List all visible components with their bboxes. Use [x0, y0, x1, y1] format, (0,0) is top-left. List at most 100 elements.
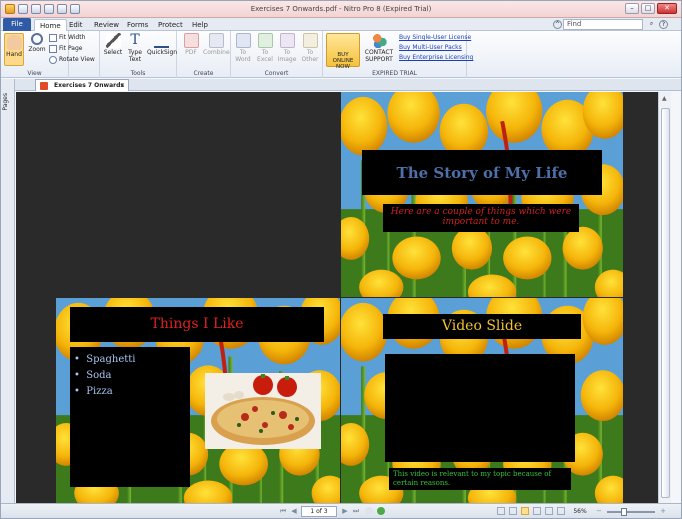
- window-controls: – □ ✕: [625, 3, 677, 14]
- type-text-label: Type Text: [128, 49, 142, 63]
- text-icon: T: [130, 32, 140, 48]
- to-other-label: To Other: [301, 49, 319, 63]
- hand-label: Hand: [6, 51, 22, 58]
- signature-icon: [153, 33, 169, 48]
- fit-icon[interactable]: [545, 507, 553, 515]
- tab-protect[interactable]: Protect: [158, 19, 183, 31]
- search-input[interactable]: Find: [563, 19, 643, 30]
- other-format-icon: [302, 33, 318, 48]
- zoom-icon: [31, 33, 43, 45]
- zoom-slider[interactable]: [607, 508, 655, 516]
- to-image-button[interactable]: To Image: [277, 33, 297, 63]
- group-tools: Select T Type Text QuickSign Tools: [99, 31, 177, 78]
- to-word-button[interactable]: To Word: [233, 33, 253, 63]
- vertical-scrollbar[interactable]: ▲: [658, 92, 671, 503]
- zoom-button[interactable]: Zoom: [27, 33, 47, 53]
- zoom-level[interactable]: 56%: [569, 506, 591, 517]
- likes-list: • Spaghetti • Soda • Pizza: [70, 347, 190, 400]
- contact-support-label: CONTACT SUPPORT: [364, 49, 394, 63]
- type-text-button[interactable]: T Type Text: [125, 32, 145, 64]
- document-tab[interactable]: Exercises 7 Onwards ×: [35, 79, 129, 91]
- fit-page-button[interactable]: Fit Page: [49, 44, 82, 53]
- group-label-expired: EXPIRED TRIAL: [372, 70, 417, 77]
- status-bar: ⏮ ◀ 1 of 3 ▶ ⏭ 56% − +: [1, 503, 681, 518]
- forward-view-icon[interactable]: [377, 507, 385, 515]
- to-other-button[interactable]: To Other: [299, 33, 321, 63]
- maximize-button[interactable]: □: [641, 3, 655, 14]
- rotate-view-button[interactable]: Rotate View: [49, 55, 95, 64]
- tab-edit[interactable]: Edit: [69, 19, 83, 31]
- minimize-button[interactable]: –: [625, 3, 639, 14]
- select-button[interactable]: Select: [103, 33, 123, 56]
- buy-multi-user-link[interactable]: Buy Multi-User Packs: [399, 44, 462, 51]
- to-excel-label: To Excel: [257, 49, 273, 63]
- pages-label: Pages: [2, 93, 9, 111]
- tab-file[interactable]: File: [3, 18, 31, 31]
- tab-review[interactable]: Review: [94, 19, 119, 31]
- title-bar: Exercises 7 Onwards.pdf - Nitro Pro 8 (E…: [1, 1, 681, 18]
- tab-forms[interactable]: Forms: [127, 19, 148, 31]
- image-icon: [279, 33, 295, 48]
- fit-page-label: Fit Page: [59, 45, 83, 52]
- to-image-label: To Image: [277, 49, 297, 63]
- tab-help[interactable]: Help: [192, 19, 208, 31]
- close-button[interactable]: ✕: [657, 3, 677, 14]
- prev-page-icon[interactable]: ◀: [290, 507, 298, 515]
- facing-pages-icon[interactable]: [521, 507, 529, 515]
- tab-home[interactable]: Home: [34, 19, 67, 31]
- likes-title: Things I Like: [150, 316, 244, 332]
- ribbon: Hand Zoom Fit Width Fit Page Rotate View…: [1, 31, 681, 78]
- fit-page-icon: [49, 44, 57, 53]
- fit-width-button[interactable]: Fit Width: [49, 33, 85, 42]
- help-circle-icon[interactable]: ?: [659, 20, 668, 29]
- scroll-up-icon[interactable]: ▲: [662, 95, 667, 102]
- to-excel-button[interactable]: To Excel: [255, 33, 275, 63]
- combine-button[interactable]: Combine: [203, 33, 230, 56]
- buy-online-button[interactable]: BUY ONLINE NOW: [326, 33, 360, 70]
- contact-support-button[interactable]: CONTACT SUPPORT: [363, 33, 395, 63]
- continuous-icon[interactable]: [509, 507, 517, 515]
- last-page-icon[interactable]: ⏭: [352, 507, 360, 515]
- app-window: Exercises 7 Onwards.pdf - Nitro Pro 8 (E…: [0, 0, 682, 519]
- buy-single-user-link[interactable]: Buy Single-User License: [399, 34, 471, 41]
- story-subtitle: Here are a couple of things which were i…: [390, 207, 572, 227]
- video-placeholder[interactable]: [385, 354, 575, 462]
- to-word-label: To Word: [235, 49, 251, 63]
- group-create: PDF Combine Create: [177, 31, 231, 78]
- list-item-text: Soda: [86, 370, 112, 381]
- first-page-icon[interactable]: ⏮: [279, 507, 287, 515]
- fit-width-icon: [49, 33, 57, 42]
- hand-button[interactable]: Hand: [4, 33, 24, 66]
- document-viewer[interactable]: The Story of My Life Here are a couple o…: [16, 92, 658, 503]
- slide-things-i-like: Things I Like • Spaghetti • Soda • Pizza: [56, 298, 340, 503]
- zoom-slider-handle[interactable]: [621, 508, 627, 516]
- pages-panel-toggle[interactable]: Pages: [1, 79, 15, 507]
- quicksign-label: QuickSign: [147, 49, 178, 56]
- zoom-in-icon[interactable]: +: [659, 507, 667, 515]
- group-convert: To Word To Excel To Image To Other Conve…: [231, 31, 323, 78]
- support-icon: [371, 33, 387, 48]
- buy-online-label: BUY ONLINE NOW: [332, 52, 354, 70]
- facing-continuous-icon[interactable]: [533, 507, 541, 515]
- scrollbar-thumb[interactable]: [661, 108, 670, 498]
- pdf-label: PDF: [185, 49, 197, 56]
- quicksign-button[interactable]: QuickSign: [147, 33, 178, 56]
- list-item: • Spaghetti: [74, 354, 136, 365]
- close-tab-icon[interactable]: ×: [120, 80, 125, 91]
- document-tab-label: Exercises 7 Onwards: [54, 82, 124, 89]
- pdf-button[interactable]: PDF: [180, 33, 202, 56]
- next-page-icon[interactable]: ▶: [341, 507, 349, 515]
- group-label-view: View: [27, 70, 42, 77]
- story-title: The Story of My Life: [396, 164, 568, 182]
- video-caption: This video is relevant to my topic becau…: [393, 470, 552, 487]
- single-page-icon[interactable]: [497, 507, 505, 515]
- help-icon[interactable]: ^: [553, 20, 562, 29]
- group-label-create: Create: [193, 70, 214, 77]
- page-number-input[interactable]: 1 of 3: [301, 506, 337, 517]
- zoom-out-icon[interactable]: −: [595, 507, 603, 515]
- list-item-text: Spaghetti: [86, 354, 136, 365]
- buy-enterprise-link[interactable]: Buy Enterprise Licensing: [399, 54, 473, 61]
- back-view-icon[interactable]: [365, 507, 373, 515]
- actual-size-icon[interactable]: [557, 507, 565, 515]
- search-icon[interactable]: ⌕: [647, 20, 656, 29]
